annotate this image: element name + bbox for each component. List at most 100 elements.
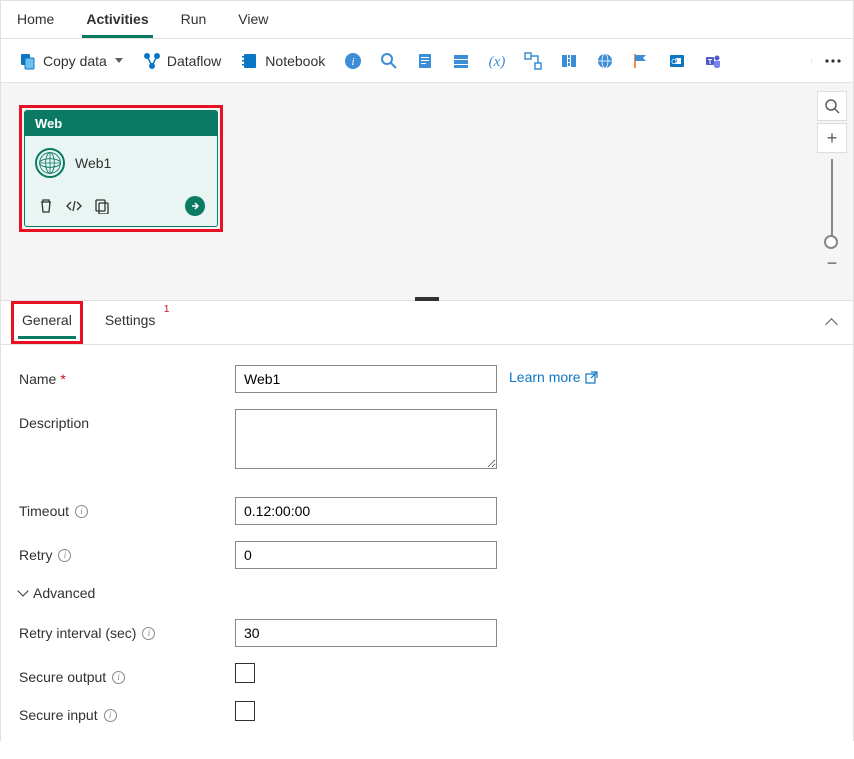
name-input[interactable] (235, 365, 497, 393)
variable-toolbar-button[interactable]: (x) (481, 45, 513, 77)
settings-badge: 1 (164, 304, 170, 315)
info-icon: i (343, 51, 363, 71)
zoom-slider-thumb[interactable] (824, 235, 838, 249)
tab-activities[interactable]: Activities (82, 5, 152, 38)
zoom-in-button[interactable]: + (817, 123, 847, 153)
panel-resize-handle[interactable] (415, 297, 439, 301)
advanced-label: Advanced (33, 585, 95, 601)
zoom-slider[interactable] (831, 159, 833, 247)
dataflow-icon (143, 52, 161, 70)
search-toolbar-button[interactable] (373, 45, 405, 77)
flag-toolbar-button[interactable] (625, 45, 657, 77)
zoom-out-button[interactable]: − (817, 253, 847, 273)
secure-output-checkbox[interactable] (235, 663, 255, 683)
notebook-icon (241, 52, 259, 70)
activity-type-label: Web (25, 111, 217, 136)
retry-label: Retry i (19, 541, 235, 563)
arrow-right-icon (189, 200, 201, 212)
timeout-input[interactable] (235, 497, 497, 525)
secure-input-label: Secure input i (19, 701, 235, 723)
tab-home[interactable]: Home (13, 5, 58, 38)
properties-panel: General Settings 1 Name * Learn more Des… (1, 301, 853, 759)
advanced-toggle[interactable]: Advanced (19, 585, 835, 601)
teams-toolbar-button[interactable]: T (697, 45, 729, 77)
copy-data-button[interactable]: Copy data (11, 48, 131, 74)
info-icon[interactable]: i (58, 549, 71, 562)
search-icon (379, 51, 399, 71)
chevron-down-icon (17, 585, 28, 596)
properties-tab-bar: General Settings 1 (1, 301, 853, 345)
svg-text:T: T (708, 59, 713, 66)
collapse-panel-button[interactable] (819, 311, 843, 335)
clone-activity-button[interactable] (93, 197, 111, 215)
svg-text:i: i (352, 56, 355, 68)
data-icon (560, 52, 578, 70)
external-link-icon (585, 371, 598, 384)
description-label: Description (19, 409, 235, 431)
learn-more-label: Learn more (509, 369, 581, 385)
info-icon[interactable]: i (104, 709, 117, 722)
description-input[interactable] (235, 409, 497, 469)
teams-icon: T (704, 52, 722, 70)
timeout-label: Timeout i (19, 497, 235, 519)
svg-text:(x): (x) (489, 54, 506, 70)
stored-proc-icon (452, 52, 470, 70)
secure-input-checkbox[interactable] (235, 701, 255, 721)
info-icon[interactable]: i (75, 505, 88, 518)
code-activity-button[interactable] (65, 197, 83, 215)
tab-general[interactable]: General (18, 306, 76, 339)
delete-activity-button[interactable] (37, 197, 55, 215)
svg-text:O: O (672, 59, 678, 66)
pipeline-icon (523, 51, 543, 71)
outlook-toolbar-button[interactable]: O (661, 45, 693, 77)
notebook-label: Notebook (265, 53, 325, 69)
more-toolbar-button[interactable] (811, 59, 843, 63)
web-activity-icon (35, 148, 65, 178)
code-icon (65, 198, 83, 214)
secure-output-label: Secure output i (19, 663, 235, 685)
copy-data-label: Copy data (43, 53, 107, 69)
tab-settings[interactable]: Settings 1 (101, 306, 160, 339)
name-label: Name * (19, 365, 235, 387)
pipeline-toolbar-button[interactable] (517, 45, 549, 77)
chevron-down-icon (115, 58, 123, 63)
fit-to-screen-button[interactable] (817, 91, 847, 121)
globe-icon (596, 52, 614, 70)
web-toolbar-button[interactable] (589, 45, 621, 77)
web-activity-highlight: Web Web1 (19, 105, 223, 232)
copy-icon (94, 198, 110, 214)
tab-view[interactable]: View (234, 5, 272, 38)
activities-toolbar: Copy data Dataflow Notebook i (x) O T (1, 39, 853, 83)
retry-interval-label: Retry interval (sec) i (19, 619, 235, 641)
activity-name-label: Web1 (75, 155, 111, 171)
tab-run[interactable]: Run (177, 5, 211, 38)
stored-proc-button[interactable] (445, 45, 477, 77)
required-marker: * (60, 371, 65, 387)
variable-icon: (x) (487, 51, 507, 71)
retry-input[interactable] (235, 541, 497, 569)
info-toolbar-button[interactable]: i (337, 45, 369, 77)
script-icon (416, 52, 434, 70)
info-icon[interactable]: i (112, 671, 125, 684)
dataflow-button[interactable]: Dataflow (135, 48, 229, 74)
general-form: Name * Learn more Description Timeout i … (1, 345, 853, 759)
info-icon[interactable]: i (142, 627, 155, 640)
notebook-button[interactable]: Notebook (233, 48, 333, 74)
dataflow-label: Dataflow (167, 53, 221, 69)
general-tab-highlight: General (11, 301, 83, 344)
run-activity-button[interactable] (185, 196, 205, 216)
magnifier-icon (824, 98, 840, 114)
web-activity-card[interactable]: Web Web1 (24, 110, 218, 227)
canvas-zoom-controls: + − (817, 91, 847, 273)
flag-icon (632, 52, 650, 70)
main-tab-bar: Home Activities Run View (1, 1, 853, 39)
script-toolbar-button[interactable] (409, 45, 441, 77)
copy-data-icon (19, 52, 37, 70)
ellipsis-icon (824, 59, 842, 63)
pipeline-canvas[interactable]: Web Web1 + − (1, 83, 853, 301)
data-toolbar-button[interactable] (553, 45, 585, 77)
retry-interval-input[interactable] (235, 619, 497, 647)
outlook-icon: O (668, 52, 686, 70)
trash-icon (38, 198, 54, 214)
learn-more-link[interactable]: Learn more (509, 365, 598, 385)
